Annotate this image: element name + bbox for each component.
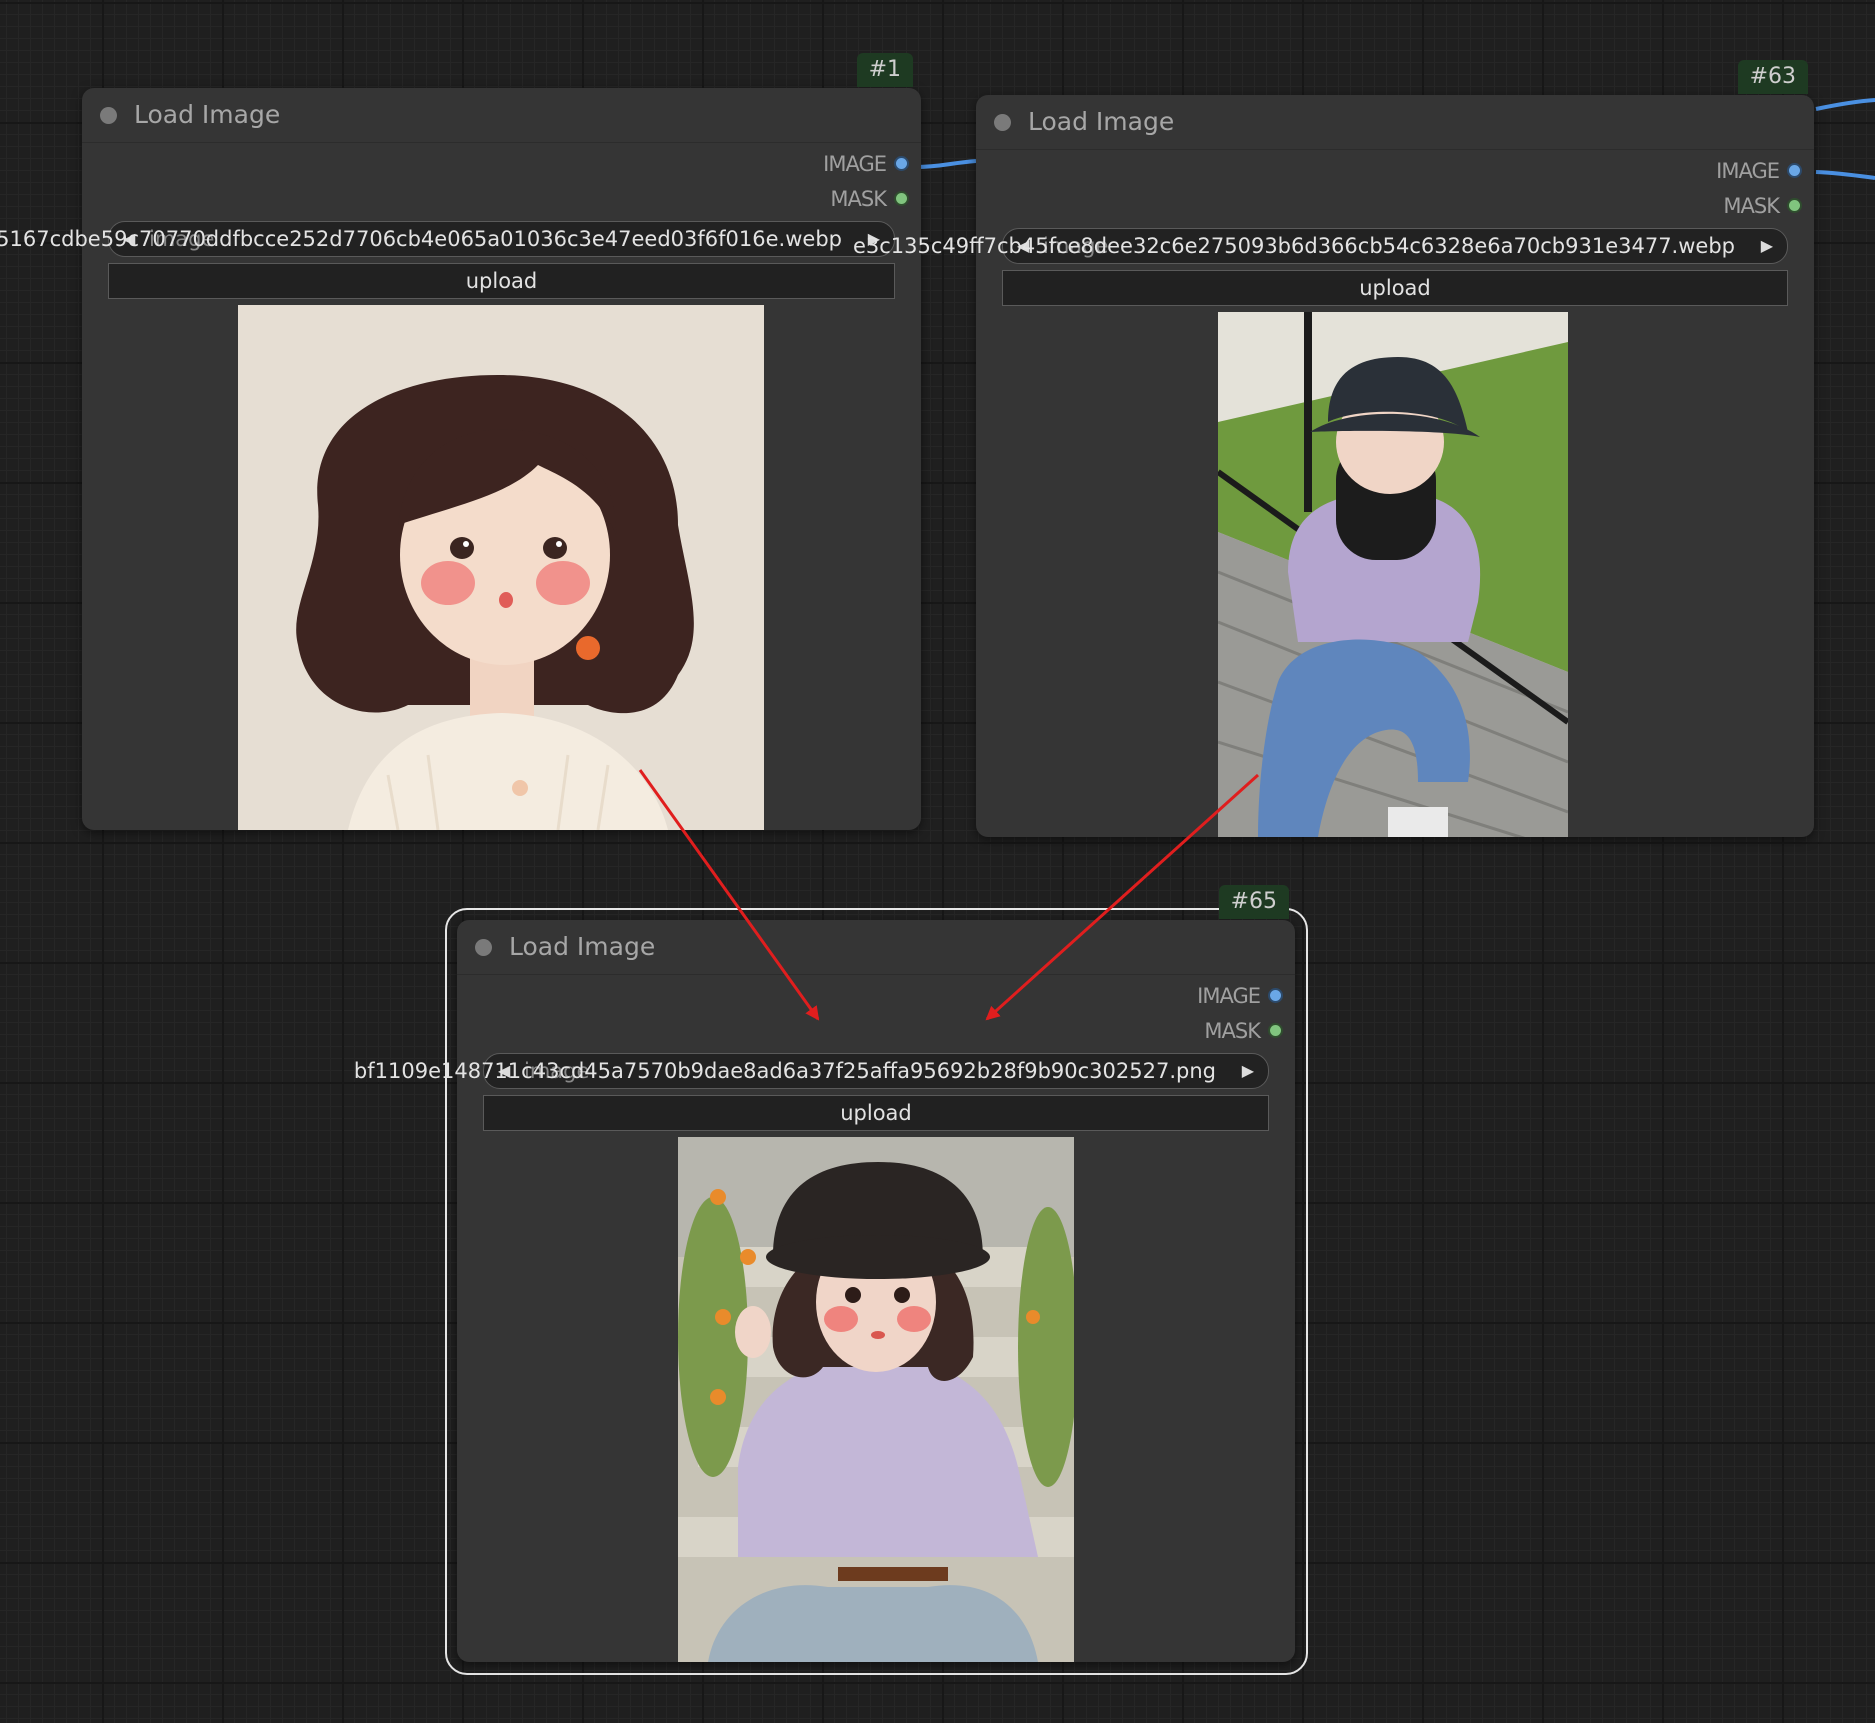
load-image-node-65[interactable]: #65 Load Image IMAGE MASK ◀ image bf1109… <box>354 885 1295 1662</box>
output-image[interactable]: IMAGE <box>1716 159 1800 183</box>
output-image-label: IMAGE <box>1197 984 1261 1008</box>
combo-value: bf1109e148711c43cd45a7570b9dae8ad6a37f25… <box>353 1059 1216 1083</box>
node-id-badge: #1 <box>856 53 913 87</box>
output-mask[interactable]: MASK <box>1723 194 1800 218</box>
upload-button[interactable]: upload <box>483 1095 1269 1131</box>
preview-photo-woman <box>1218 312 1568 837</box>
collapse-toggle[interactable] <box>994 114 1011 131</box>
output-mask-label: MASK <box>1723 194 1780 218</box>
node-id-badge: #63 <box>1737 60 1808 94</box>
mask-output-port[interactable] <box>1270 1024 1281 1036</box>
combo-value: e3c135c49ff7cb45fce8dee32c6e275093b6d366… <box>852 234 1735 258</box>
collapse-toggle[interactable] <box>100 107 117 124</box>
node-header[interactable]: Load Image <box>457 920 1295 975</box>
image-select-combo[interactable]: ◀ image e3c135c49ff7cb45fce8dee32c6e2750… <box>853 228 1788 264</box>
load-image-node-1[interactable]: #1 Load Image IMAGE MASK ◀ image 45d5167… <box>0 53 921 830</box>
node-header[interactable]: Load Image <box>82 88 921 143</box>
mask-output-port[interactable] <box>1789 199 1800 211</box>
output-image-label: IMAGE <box>1716 159 1780 183</box>
output-mask-label: MASK <box>1204 1019 1261 1043</box>
preview-illustration-girl-hat <box>678 1137 1074 1662</box>
load-image-node-63[interactable]: #63 Load Image IMAGE MASK ◀ image e3c135… <box>853 60 1814 837</box>
node-title: Load Image <box>134 100 281 129</box>
image-preview <box>238 305 764 830</box>
output-image[interactable]: IMAGE <box>823 152 907 176</box>
image-select-combo[interactable]: ◀ image bf1109e148711c43cd45a7570b9dae8a… <box>354 1053 1269 1089</box>
image-select-combo[interactable]: ◀ image 45d5167cdbe59c70770ddfbcce252d77… <box>0 221 895 257</box>
node-header[interactable]: Load Image <box>976 95 1814 150</box>
output-mask[interactable]: MASK <box>830 187 907 211</box>
upload-button[interactable]: upload <box>1002 270 1788 306</box>
next-arrow-icon[interactable]: ▶ <box>1761 229 1773 263</box>
upload-button[interactable]: upload <box>108 263 895 299</box>
node-title: Load Image <box>509 932 656 961</box>
output-image[interactable]: IMAGE <box>1197 984 1281 1008</box>
image-output-port[interactable] <box>1789 164 1800 176</box>
wire-node63-image-out <box>1815 98 1875 111</box>
wire-node1-to-node63 <box>915 159 977 169</box>
node-id-badge: #65 <box>1218 885 1289 919</box>
combo-value: 45d5167cdbe59c70770ddfbcce252d7706cb4e06… <box>0 227 842 251</box>
preview-illustration-girl <box>238 305 764 830</box>
mask-output-port[interactable] <box>896 192 907 204</box>
collapse-toggle[interactable] <box>475 939 492 956</box>
image-output-port[interactable] <box>896 157 907 169</box>
image-output-port[interactable] <box>1270 989 1281 1001</box>
wire-node63-mask-out <box>1815 170 1875 180</box>
output-mask[interactable]: MASK <box>1204 1019 1281 1043</box>
image-preview <box>678 1137 1074 1662</box>
output-mask-label: MASK <box>830 187 887 211</box>
output-image-label: IMAGE <box>823 152 887 176</box>
image-preview <box>1218 312 1568 837</box>
next-arrow-icon[interactable]: ▶ <box>1242 1054 1254 1088</box>
node-title: Load Image <box>1028 107 1175 136</box>
